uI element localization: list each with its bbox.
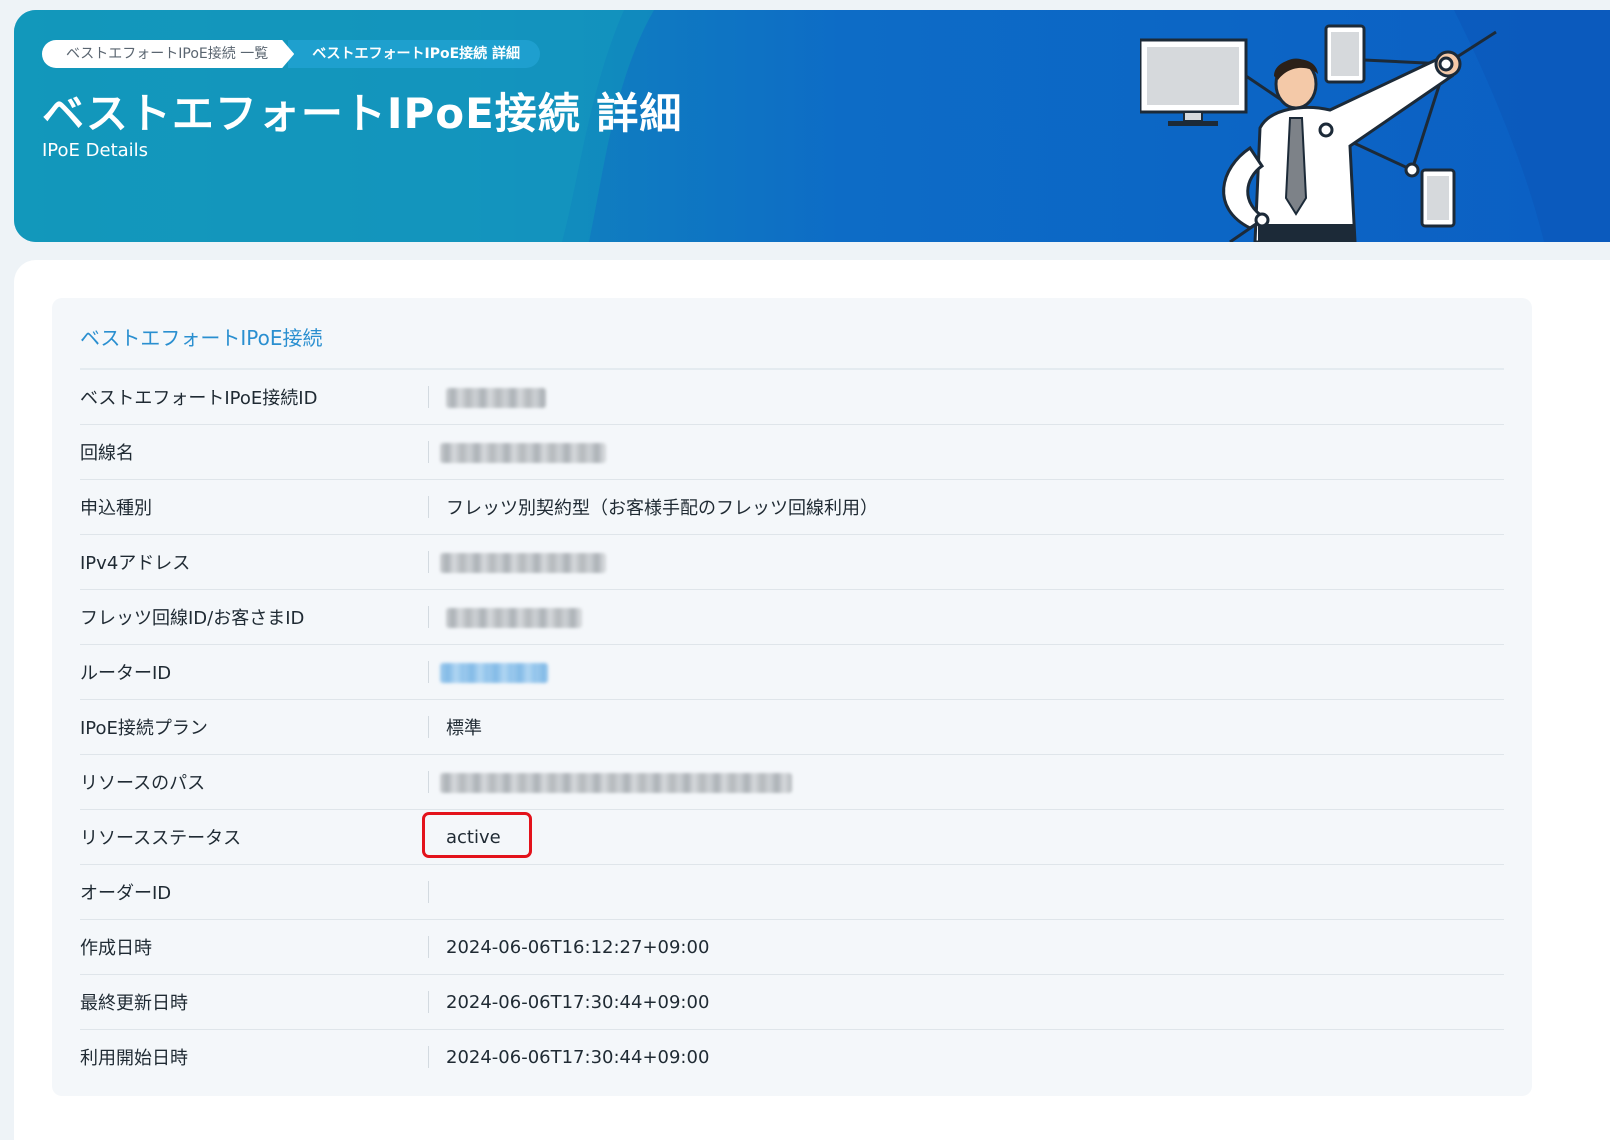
row-value-masked [446, 607, 582, 628]
main-content-card: ベストエフォートIPoE接続 ベストエフォートIPoE接続ID 回線名 申込種別… [14, 260, 1610, 1140]
detail-row-application-type: 申込種別 フレッツ別契約型（お客様手配のフレッツ回線利用） [80, 480, 1504, 535]
detail-row-created-at: 作成日時 2024-06-06T16:12:27+09:00 [80, 920, 1504, 975]
row-value-masked [446, 387, 546, 408]
row-label: 回線名 [80, 443, 134, 464]
row-label: IPoE接続プラン [80, 718, 208, 739]
row-label: 申込種別 [80, 498, 152, 519]
detail-row-updated-at: 最終更新日時 2024-06-06T17:30:44+09:00 [80, 975, 1504, 1030]
row-separator [428, 936, 429, 958]
row-label: リソースステータス [80, 828, 242, 849]
row-separator [428, 716, 429, 738]
detail-row-flets-line-id: フレッツ回線ID/お客さまID [80, 590, 1504, 645]
row-label: ベストエフォートIPoE接続ID [80, 388, 318, 409]
row-separator [428, 991, 429, 1013]
detail-row-resource-status: リソースステータス active [80, 810, 1504, 865]
row-value-masked [440, 772, 792, 793]
row-separator [428, 881, 429, 903]
detail-row-ipv4-address: IPv4アドレス [80, 535, 1504, 590]
row-separator [428, 771, 429, 793]
page-header-banner: ベストエフォートIPoE接続 一覧 ベストエフォートIPoE接続 詳細 ベストエ… [14, 10, 1610, 242]
detail-row-connection-id: ベストエフォートIPoE接続ID [80, 370, 1504, 425]
detail-row-ipoe-plan: IPoE接続プラン 標準 [80, 700, 1504, 755]
section-title: ベストエフォートIPoE接続 [80, 326, 323, 350]
row-label: IPv4アドレス [80, 553, 191, 574]
row-separator [428, 441, 429, 463]
router-id-link[interactable] [440, 662, 548, 683]
row-separator [428, 496, 429, 518]
breadcrumb-link-list[interactable]: ベストエフォートIPoE接続 一覧 [42, 40, 294, 68]
breadcrumb: ベストエフォートIPoE接続 一覧 ベストエフォートIPoE接続 詳細 [42, 40, 541, 68]
businessman-network-illustration-icon [1140, 24, 1497, 242]
page-subtitle: IPoE Details [42, 140, 149, 161]
detail-list: ベストエフォートIPoE接続ID 回線名 申込種別 フレッツ別契約型（お客様手配… [80, 370, 1504, 1084]
detail-row-started-at: 利用開始日時 2024-06-06T17:30:44+09:00 [80, 1030, 1504, 1084]
row-value: 2024-06-06T17:30:44+09:00 [446, 1046, 710, 1068]
row-label: フレッツ回線ID/お客さまID [80, 608, 305, 629]
row-value: フレッツ別契約型（お客様手配のフレッツ回線利用） [446, 498, 878, 519]
row-label: リソースのパス [80, 773, 206, 794]
page-title: ベストエフォートIPoE接続 詳細 [42, 89, 683, 138]
row-separator [428, 386, 429, 408]
row-value: 標準 [446, 718, 482, 739]
detail-row-router-id: ルーターID [80, 645, 1504, 700]
row-value-masked [440, 552, 606, 573]
row-label: オーダーID [80, 883, 172, 904]
detail-row-order-id: オーダーID [80, 865, 1504, 920]
row-value: 2024-06-06T17:30:44+09:00 [446, 991, 710, 1013]
detail-row-resource-path: リソースのパス [80, 755, 1504, 810]
breadcrumb-current: ベストエフォートIPoE接続 詳細 [288, 40, 541, 68]
row-label: ルーターID [80, 663, 172, 684]
row-value-masked [440, 442, 606, 463]
row-label: 最終更新日時 [80, 993, 188, 1014]
resource-status-value: active [446, 826, 501, 848]
row-value: 2024-06-06T16:12:27+09:00 [446, 936, 710, 958]
detail-row-line-name: 回線名 [80, 425, 1504, 480]
row-separator [428, 551, 429, 573]
row-separator [428, 606, 429, 628]
ipoe-detail-panel: ベストエフォートIPoE接続 ベストエフォートIPoE接続ID 回線名 申込種別… [52, 298, 1532, 1096]
row-separator [428, 1046, 429, 1068]
row-label: 作成日時 [80, 938, 152, 959]
row-separator [428, 661, 429, 683]
row-label: 利用開始日時 [80, 1048, 188, 1069]
